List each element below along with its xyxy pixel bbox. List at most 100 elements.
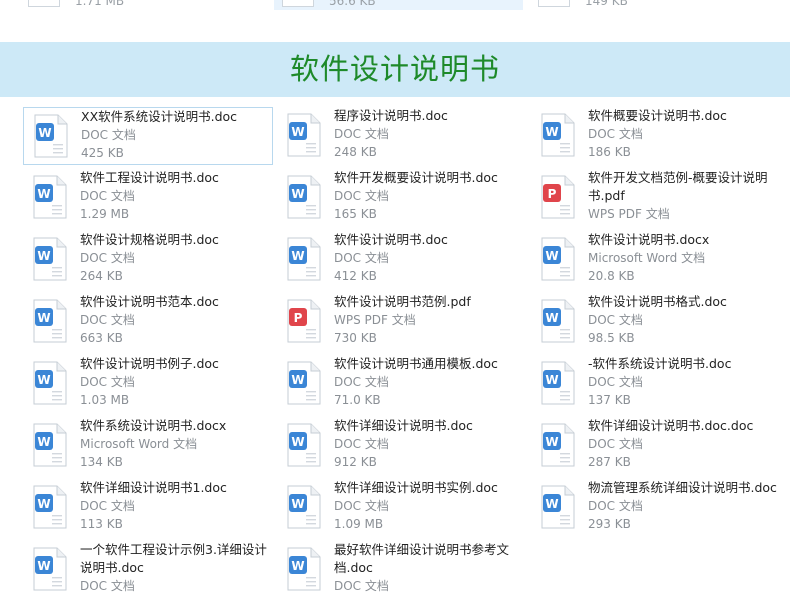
- file-item[interactable]: W 软件工程设计说明书.doc DOC 文档 1.29 MB: [23, 169, 273, 227]
- file-item[interactable]: W 最好软件详细设计说明书参考文档.doc DOC 文档: [277, 541, 527, 599]
- file-item[interactable]: W 软件设计规格说明书.doc DOC 文档 264 KB: [23, 231, 273, 289]
- file-name: 软件概要设计说明书.doc: [588, 108, 727, 123]
- file-size: 1.09 MB: [334, 517, 384, 531]
- file-size: 1.71 MB: [75, 0, 125, 8]
- file-name: 软件开发文档范例-概要设计说明书.pdf: [588, 170, 768, 203]
- file-size: 912 KB: [334, 455, 377, 469]
- doc-icon: W: [541, 113, 575, 157]
- svg-text:W: W: [545, 249, 558, 263]
- file-item[interactable]: W 软件概要设计说明书.doc DOC 文档 186 KB: [531, 107, 781, 165]
- file-name: 软件设计说明书例子.doc: [80, 356, 219, 371]
- file-item[interactable]: W 软件详细设计说明书实例.doc DOC 文档 1.09 MB: [277, 479, 527, 537]
- file-item[interactable]: W XX软件系统设计说明书.doc DOC 文档 425 KB: [23, 107, 273, 165]
- file-type: DOC 文档: [334, 579, 389, 593]
- file-size: 264 KB: [80, 269, 123, 283]
- svg-text:W: W: [291, 187, 304, 201]
- svg-text:W: W: [291, 125, 304, 139]
- doc-icon: W: [33, 485, 67, 529]
- svg-text:W: W: [545, 125, 558, 139]
- file-name: 软件设计说明书范本.doc: [80, 294, 219, 309]
- file-size: 425 KB: [81, 146, 124, 160]
- doc-icon: W: [33, 237, 67, 281]
- svg-text:P: P: [548, 187, 557, 201]
- file-name: XX软件系统设计说明书.doc: [81, 109, 238, 124]
- file-item[interactable]: W 程序设计说明书.doc DOC 文档 248 KB: [277, 107, 527, 165]
- file-type: DOC 文档: [80, 499, 135, 513]
- file-item[interactable]: W 软件详细设计说明书.doc.doc DOC 文档 287 KB: [531, 417, 781, 475]
- doc-icon: W: [287, 485, 321, 529]
- doc-icon: W: [541, 361, 575, 405]
- file-type: DOC 文档: [80, 251, 135, 265]
- file-item[interactable]: 56.6 KB: [274, 0, 523, 10]
- file-size: 1.29 MB: [80, 207, 130, 221]
- file-size: 71.0 KB: [334, 393, 381, 407]
- docx-icon: W: [541, 237, 575, 281]
- file-type: DOC 文档: [80, 189, 135, 203]
- section-banner: 软件设计说明书: [0, 42, 790, 97]
- doc-icon: W: [287, 547, 321, 591]
- file-size: 165 KB: [334, 207, 377, 221]
- file-item[interactable]: W 软件开发概要设计说明书.doc DOC 文档 165 KB: [277, 169, 527, 227]
- file-size: 293 KB: [588, 517, 631, 531]
- file-size: 149 KB: [585, 0, 628, 8]
- file-item[interactable]: W 软件设计说明书格式.doc DOC 文档 98.5 KB: [531, 293, 781, 351]
- file-item[interactable]: W -软件系统设计说明书.doc DOC 文档 137 KB: [531, 355, 781, 413]
- file-size: 113 KB: [80, 517, 123, 531]
- file-name: 软件详细设计说明书.doc.doc: [588, 418, 754, 433]
- svg-text:W: W: [291, 373, 304, 387]
- file-item[interactable]: W 软件设计说明书.docx Microsoft Word 文档 20.8 KB: [531, 231, 781, 289]
- file-item[interactable]: 1.71 MB: [20, 0, 260, 10]
- file-name: 最好软件详细设计说明书参考文档.doc: [334, 542, 510, 575]
- doc-icon: W: [34, 114, 68, 158]
- file-item[interactable]: 149 KB: [530, 0, 770, 10]
- file-size: 98.5 KB: [588, 331, 635, 345]
- file-item[interactable]: W 一个软件工程设计示例3.详细设计说明书.doc DOC 文档: [23, 541, 273, 599]
- previous-file-row: 1.71 MB 56.6 KB 149 KB: [0, 0, 790, 10]
- file-item[interactable]: P 软件开发文档范例-概要设计说明书.pdf WPS PDF 文档: [531, 169, 781, 227]
- file-item[interactable]: W 软件详细设计说明书1.doc DOC 文档 113 KB: [23, 479, 273, 537]
- file-name: -软件系统设计说明书.doc: [588, 356, 732, 371]
- file-name: 软件开发概要设计说明书.doc: [334, 170, 498, 185]
- file-item[interactable]: P 软件设计说明书范例.pdf WPS PDF 文档 730 KB: [277, 293, 527, 351]
- file-item[interactable]: W 软件设计说明书.doc DOC 文档 412 KB: [277, 231, 527, 289]
- file-size: 287 KB: [588, 455, 631, 469]
- file-size: 134 KB: [80, 455, 123, 469]
- file-type: Microsoft Word 文档: [80, 437, 198, 451]
- file-size: 56.6 KB: [329, 0, 376, 8]
- file-item[interactable]: W 软件设计说明书范本.doc DOC 文档 663 KB: [23, 293, 273, 351]
- file-name: 软件详细设计说明书实例.doc: [334, 480, 498, 495]
- svg-text:W: W: [291, 559, 304, 573]
- file-name: 物流管理系统详细设计说明书.doc: [588, 480, 777, 495]
- doc-icon: W: [287, 423, 321, 467]
- file-type: DOC 文档: [334, 189, 389, 203]
- svg-text:W: W: [37, 187, 50, 201]
- file-size: 412 KB: [334, 269, 377, 283]
- file-item[interactable]: W 软件设计说明书例子.doc DOC 文档 1.03 MB: [23, 355, 273, 413]
- file-size: 663 KB: [80, 331, 123, 345]
- svg-text:W: W: [37, 249, 50, 263]
- file-type: DOC 文档: [588, 437, 643, 451]
- doc-icon: W: [541, 485, 575, 529]
- doc-icon: [538, 0, 570, 7]
- file-name: 软件设计说明书.doc: [334, 232, 448, 247]
- file-type: DOC 文档: [334, 375, 389, 389]
- file-size: 137 KB: [588, 393, 631, 407]
- file-name: 软件系统设计说明书.docx: [80, 418, 227, 433]
- file-item[interactable]: W 软件详细设计说明书.doc DOC 文档 912 KB: [277, 417, 527, 475]
- doc-icon: W: [287, 113, 321, 157]
- file-name: 软件设计说明书格式.doc: [588, 294, 727, 309]
- file-name: 软件工程设计说明书.doc: [80, 170, 219, 185]
- svg-text:W: W: [37, 311, 50, 325]
- file-size: 730 KB: [334, 331, 377, 345]
- file-item[interactable]: W 软件系统设计说明书.docx Microsoft Word 文档 134 KB: [23, 417, 273, 475]
- file-item[interactable]: W 软件设计说明书通用模板.doc DOC 文档 71.0 KB: [277, 355, 527, 413]
- doc-icon: W: [541, 423, 575, 467]
- doc-icon: W: [33, 175, 67, 219]
- file-item[interactable]: W 物流管理系统详细设计说明书.doc DOC 文档 293 KB: [531, 479, 781, 537]
- file-type: DOC 文档: [588, 499, 643, 513]
- file-name: 软件详细设计说明书.doc: [334, 418, 473, 433]
- file-type: DOC 文档: [334, 251, 389, 265]
- file-type: DOC 文档: [334, 127, 389, 141]
- file-name: 软件设计说明书.docx: [588, 232, 710, 247]
- doc-icon: [28, 0, 60, 7]
